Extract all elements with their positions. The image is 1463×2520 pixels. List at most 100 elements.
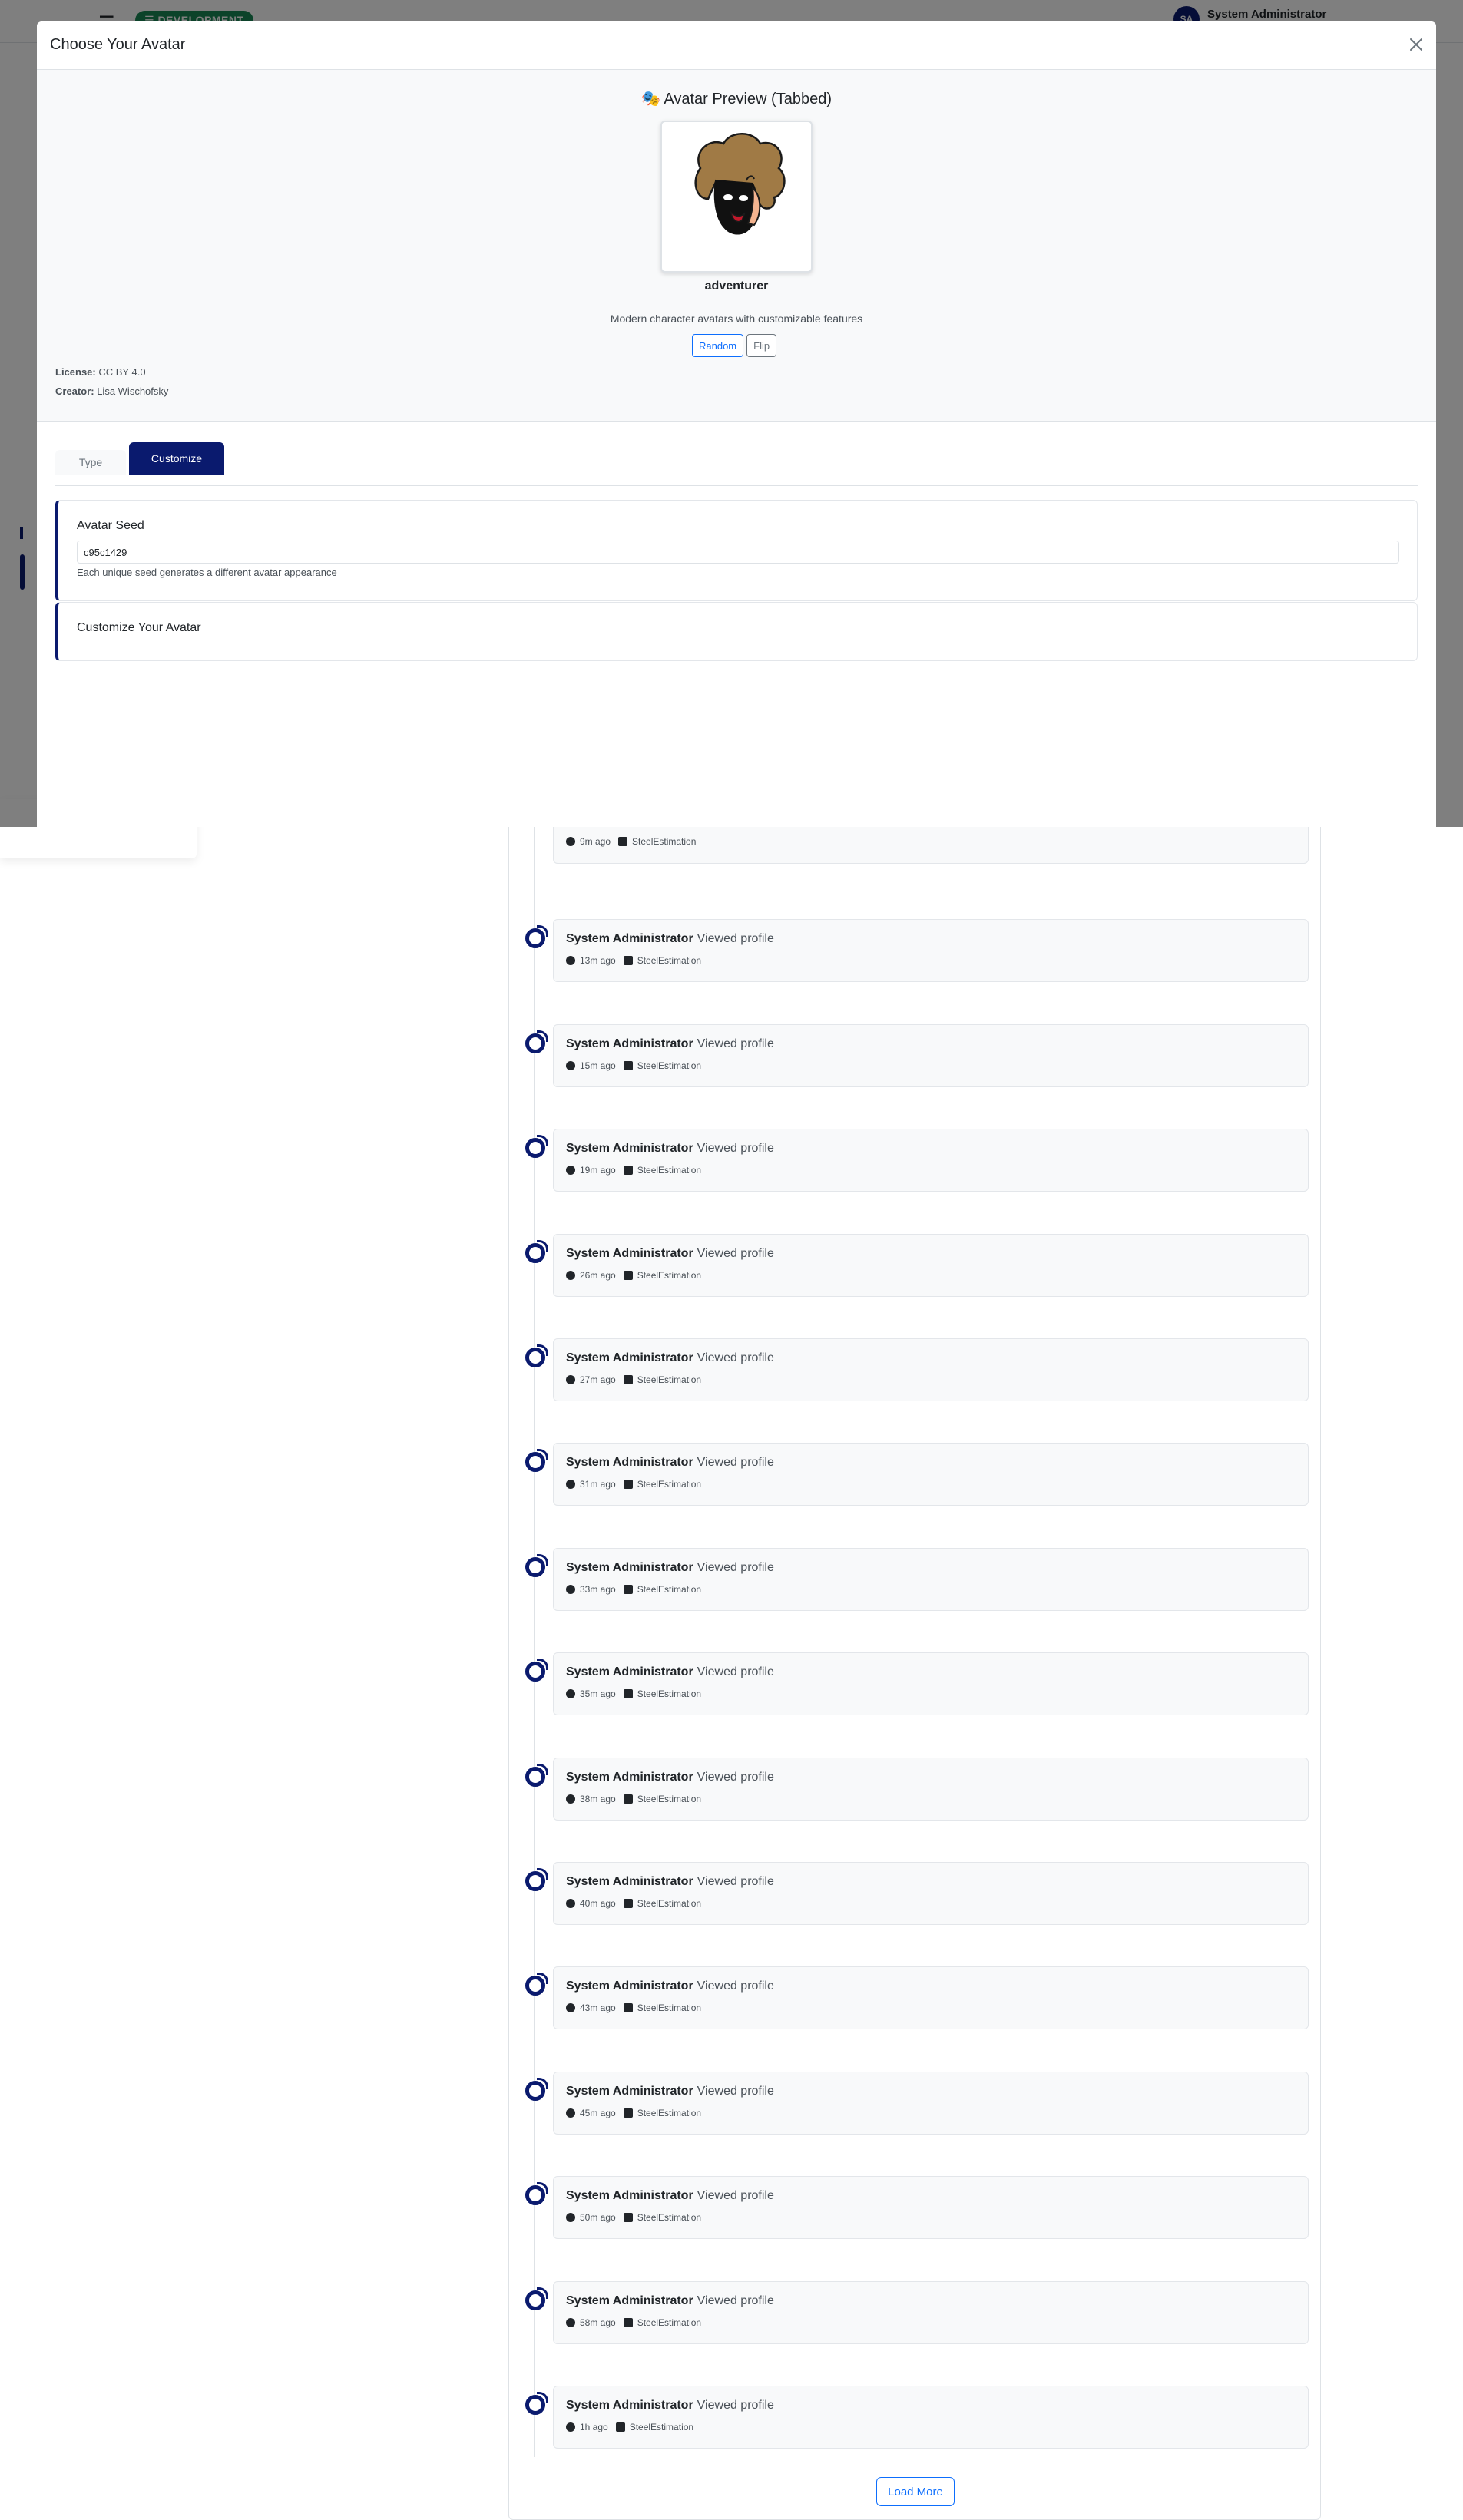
clock-icon (566, 2108, 575, 2118)
activity-item: System Administrator Viewed profile 19m ag… (553, 1129, 1309, 1192)
clock-icon (566, 2003, 575, 2012)
activity-source: SteelEstimation (637, 2317, 702, 2328)
avatar-seed-input[interactable] (77, 541, 1399, 564)
clock-icon (566, 2213, 575, 2222)
app-icon (623, 1271, 633, 1280)
timeline-dot-icon (525, 1868, 548, 1891)
activity-time: 33m ago (580, 1584, 616, 1595)
activity-time: 26m ago (580, 1270, 616, 1281)
app-icon (623, 1689, 633, 1698)
activity-item: System Administrator Viewed profile 1h ago… (553, 2386, 1309, 2449)
activity-text: System Administrator Viewed profile (566, 1665, 1296, 1682)
modal-title: Choose Your Avatar (50, 36, 186, 53)
timeline-dot-icon (525, 2182, 548, 2205)
clock-icon (566, 1794, 575, 1804)
activity-meta: 15m ago SteelEstimation (566, 1060, 1296, 1071)
app-icon (623, 1480, 633, 1489)
random-button[interactable]: Random (692, 334, 744, 357)
activity-item: System Administrator Viewed profile 43m ag… (553, 1966, 1309, 2029)
avatar-seed-card: Avatar Seed Each unique seed generates a… (55, 500, 1418, 601)
activity-action: Viewed profile (697, 1142, 774, 1155)
activity-action: Viewed profile (697, 1456, 774, 1469)
activity-meta: 45m ago SteelEstimation (566, 2108, 1296, 2118)
timeline-dot-icon (525, 2392, 548, 2415)
activity-item: System Administrator Viewed profile 15m ag… (553, 1024, 1309, 1087)
activity-item: System Administrator Viewed profile 38m ag… (553, 1758, 1309, 1821)
clock-icon (566, 1899, 575, 1908)
activity-source: SteelEstimation (637, 1165, 702, 1176)
activity-actor: System Administrator (566, 2399, 693, 2412)
activity-action: Viewed profile (697, 1979, 774, 1993)
app-icon (623, 1061, 633, 1070)
app-icon (618, 837, 628, 846)
app-icon (623, 956, 633, 965)
activity-actor: System Administrator (566, 932, 693, 945)
activity-meta: 40m ago SteelEstimation (566, 1898, 1296, 1909)
app-icon (623, 1899, 633, 1908)
load-more-button[interactable]: Load More (876, 2477, 955, 2506)
activity-time: 50m ago (580, 2212, 616, 2223)
activity-item: System Administrator Viewed profile 35m ag… (553, 1652, 1309, 1715)
activity-time: 58m ago (580, 2317, 616, 2328)
activity-source: SteelEstimation (632, 836, 697, 847)
activity-panel (508, 752, 1321, 2520)
activity-source: SteelEstimation (637, 1270, 702, 1281)
timeline-dot-icon (525, 1030, 548, 1053)
activity-item: System Administrator Viewed profile 50m ag… (553, 2176, 1309, 2239)
avatar-seed-title: Avatar Seed (77, 519, 144, 532)
customize-avatar-card[interactable]: Customize Your Avatar (55, 602, 1418, 661)
activity-text: System Administrator Viewed profile (566, 1875, 1296, 1892)
timeline-dot-icon (525, 2078, 548, 2101)
app-icon (615, 2422, 625, 2432)
activity-action: Viewed profile (697, 1247, 774, 1260)
activity-source: SteelEstimation (637, 1060, 702, 1071)
activity-actor: System Administrator (566, 1456, 693, 1469)
activity-time: 9m ago (580, 836, 611, 847)
clock-icon (566, 1271, 575, 1280)
activity-action: Viewed profile (697, 2189, 774, 2202)
activity-meta: 9m ago SteelEstimation (566, 836, 1296, 847)
clock-icon (566, 1166, 575, 1175)
clock-icon (566, 1480, 575, 1489)
activity-source: SteelEstimation (637, 955, 702, 966)
tab-customize[interactable]: Customize (129, 442, 224, 475)
activity-meta: 35m ago SteelEstimation (566, 1688, 1296, 1699)
activity-meta: 58m ago SteelEstimation (566, 2317, 1296, 2328)
app-icon (623, 2003, 633, 2012)
avatar-tabs: Type Customize (55, 442, 1418, 486)
activity-text: System Administrator Viewed profile (566, 932, 1296, 949)
timeline-dot-icon (525, 1973, 548, 1996)
activity-time: 27m ago (580, 1374, 616, 1385)
activity-text: System Administrator Viewed profile (566, 1979, 1296, 1996)
activity-time: 45m ago (580, 2108, 616, 2118)
license-label: License: (55, 366, 96, 378)
timeline-dot-icon (525, 1135, 548, 1158)
modal-header: Choose Your Avatar (37, 21, 1436, 70)
activity-actor: System Administrator (566, 1979, 693, 1993)
activity-text: System Administrator Viewed profile (566, 1142, 1296, 1159)
activity-item: System Administrator Viewed profile 31m ag… (553, 1443, 1309, 1506)
activity-meta: 38m ago SteelEstimation (566, 1794, 1296, 1804)
tab-type[interactable]: Type (55, 450, 126, 475)
activity-source: SteelEstimation (637, 1374, 702, 1385)
activity-text: System Administrator Viewed profile (566, 1771, 1296, 1787)
license-info: License: CC BY 4.0 (55, 366, 146, 378)
activity-source: SteelEstimation (637, 1688, 702, 1699)
activity-source: SteelEstimation (637, 1794, 702, 1804)
avatar-preview-image (660, 121, 813, 273)
activity-actor: System Administrator (566, 2085, 693, 2098)
clock-icon (566, 956, 575, 965)
license-value: CC BY 4.0 (98, 366, 146, 378)
close-icon[interactable] (1404, 32, 1428, 57)
flip-button[interactable]: Flip (746, 334, 777, 357)
creator-label: Creator: (55, 385, 94, 397)
app-icon (623, 2213, 633, 2222)
app-icon (623, 1585, 633, 1594)
activity-source: SteelEstimation (637, 2002, 702, 2013)
activity-meta: 43m ago SteelEstimation (566, 2002, 1296, 2013)
activity-text: System Administrator Viewed profile (566, 1351, 1296, 1368)
activity-text: System Administrator Viewed profile (566, 1456, 1296, 1473)
timeline-dot-icon (525, 1344, 548, 1367)
timeline-dot-icon (525, 1764, 548, 1787)
app-icon (623, 2318, 633, 2327)
